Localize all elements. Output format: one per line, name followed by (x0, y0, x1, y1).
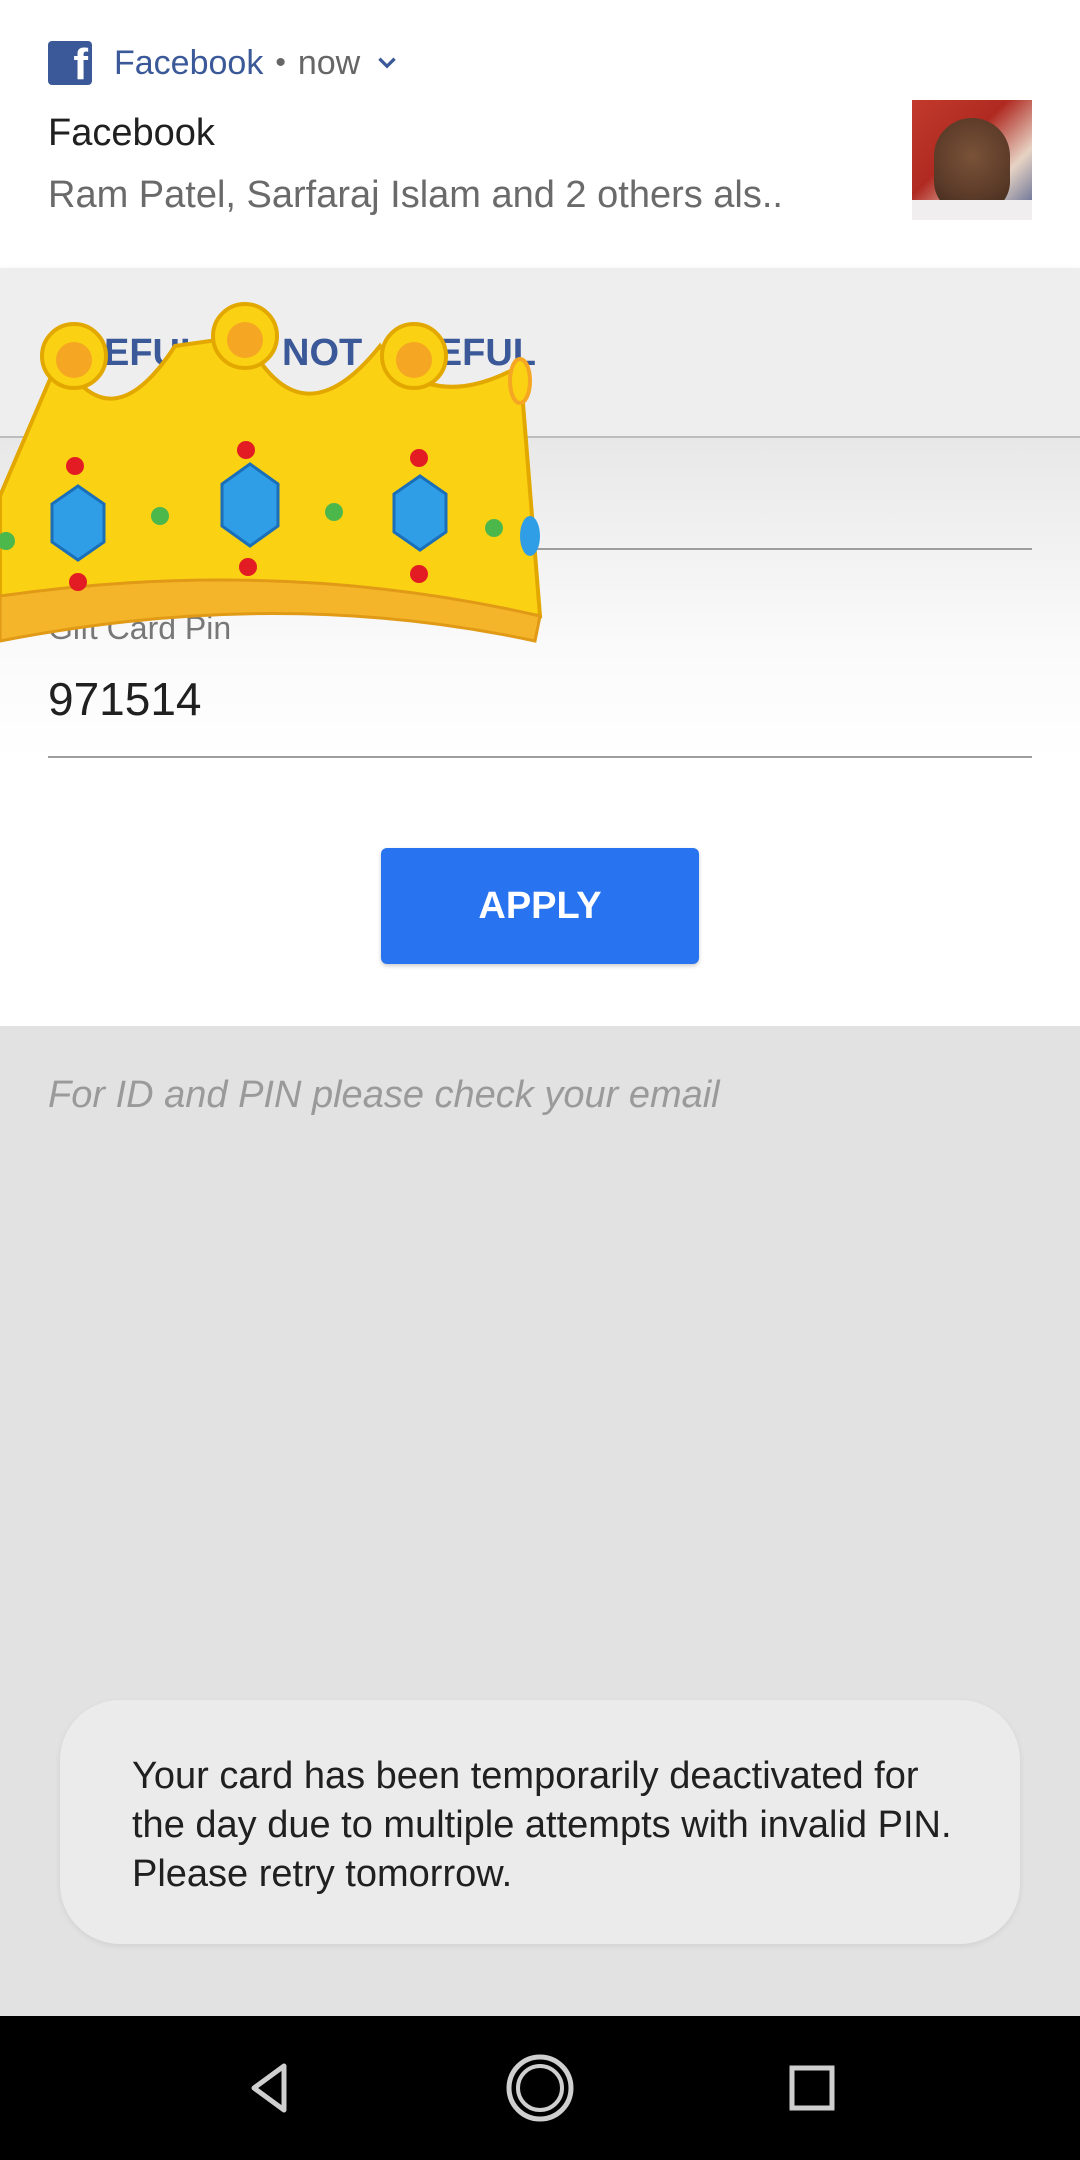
crown-sticker (0, 302, 543, 643)
notification-title: Facebook (48, 112, 215, 154)
separator-dot: • (275, 46, 286, 79)
notification-app-name: Facebook (114, 43, 264, 82)
home-icon[interactable] (504, 2052, 576, 2124)
facebook-icon: f (48, 41, 92, 85)
navigation-bar (0, 2016, 1080, 2160)
hint-text: For ID and PIN please check your email (48, 1074, 720, 1116)
apply-button[interactable]: APPLY (381, 848, 699, 964)
recents-icon[interactable] (780, 2056, 844, 2120)
toast-message: Your card has been temporarily deactivat… (60, 1700, 1020, 1944)
back-icon[interactable] (238, 2056, 302, 2120)
notification-header: f Facebook • now (48, 38, 400, 88)
pin-underline (48, 756, 1032, 758)
notification-time: now (297, 43, 361, 82)
toast-text: Your card has been temporarily deactivat… (132, 1755, 952, 1895)
notification[interactable]: f Facebook • now Facebook Ram Patel, Sar… (0, 0, 1080, 268)
avatar (912, 100, 1032, 220)
notification-text: Ram Patel, Sarfaraj Islam and 2 others a… (48, 174, 783, 216)
chevron-down-icon[interactable] (374, 50, 400, 76)
pin-input[interactable] (48, 664, 1032, 734)
